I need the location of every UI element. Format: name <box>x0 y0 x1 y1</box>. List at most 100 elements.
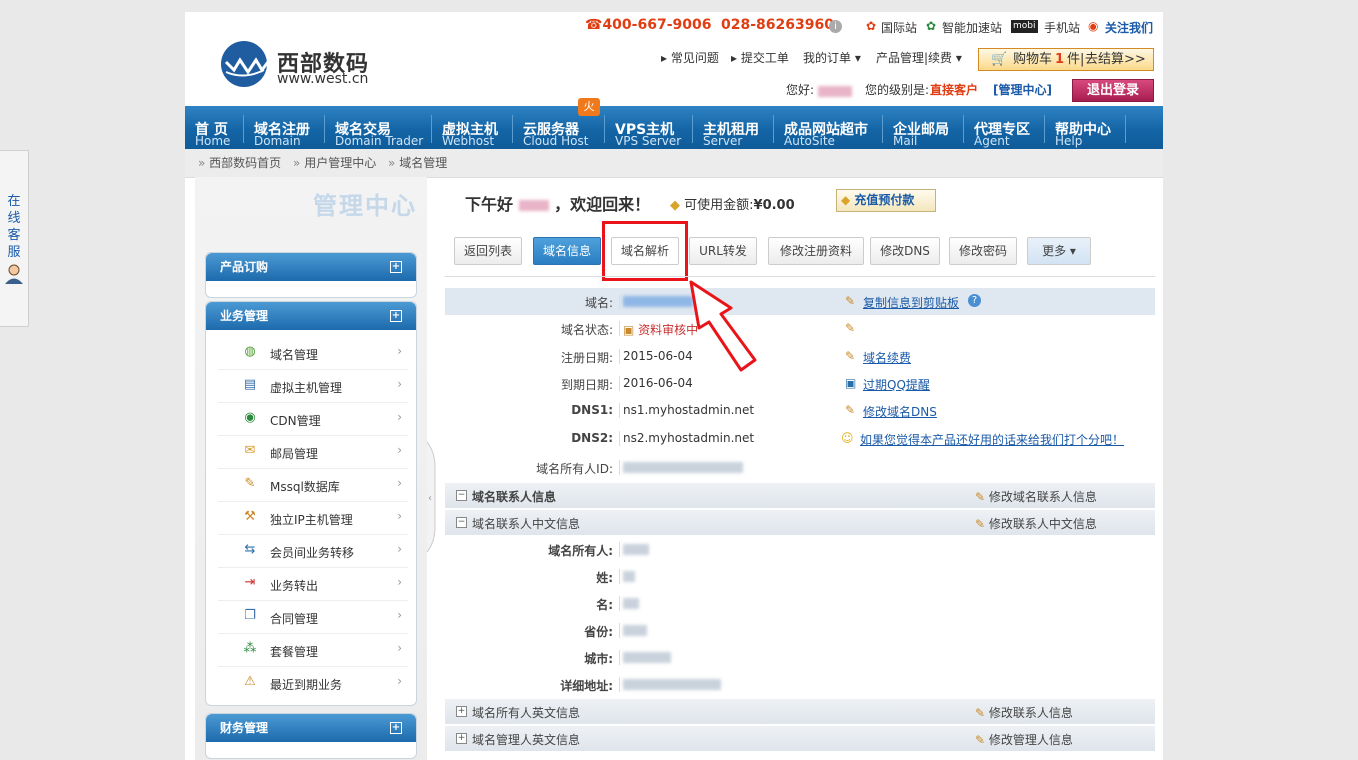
collapse-icon[interactable]: − <box>456 490 467 501</box>
info-icon[interactable]: i <box>829 20 842 33</box>
expand-icon[interactable]: + <box>456 706 467 717</box>
balance: ◆ 可使用金额:¥0.00 <box>670 198 795 213</box>
export-icon: ⇥ <box>244 575 256 590</box>
coin-icon: ◆ <box>670 198 680 213</box>
smile-icon: ☺ <box>841 431 854 445</box>
row-cn-city: 城市: <box>445 644 1155 671</box>
greeting: 下午好 ，欢迎回来！ <box>465 195 651 214</box>
edit-owner-en-link[interactable]: ✎ 修改联系人信息 <box>975 704 1073 721</box>
accelerate-site-link[interactable]: 智能加速站 <box>942 19 1002 36</box>
chevron-right-icon: › <box>397 344 402 358</box>
row-cn-name: 名: <box>445 590 1155 617</box>
collapse-icon[interactable]: − <box>456 517 467 528</box>
online-service-tab[interactable]: 在线客服 <box>0 150 29 327</box>
sidebar-item-ip-host[interactable]: ⚒ 独立IP主机管理 › <box>218 501 408 535</box>
west-logo-icon <box>221 41 270 87</box>
admin-center-link[interactable]: [管理中心] <box>993 81 1052 98</box>
chevron-right-icon: › <box>397 377 402 391</box>
section-cn-info[interactable]: − 域名联系人中文信息 ✎ 修改联系人中文信息 <box>445 509 1155 535</box>
logo-url: www.west.cn <box>277 71 369 87</box>
business-manage-box: 业务管理 + ◍ 域名管理 › ▤ 虚拟主机管理 › ◉ CDN管理 › ✉ 邮局管理 › ✎ Ms… <box>205 301 417 706</box>
faq-link[interactable]: ▸ 常见问题 <box>661 49 719 66</box>
row-domain: 域名: ✎ 复制信息到剪贴板 ? <box>445 288 1155 315</box>
intl-site-link[interactable]: 国际站 <box>881 19 917 36</box>
chevron-right-icon: › <box>397 410 402 424</box>
qq-remind-link[interactable]: 过期QQ提醒 <box>863 376 930 393</box>
edit-icon: ✎ <box>975 490 986 504</box>
row-cn-surname: 姓: <box>445 563 1155 590</box>
renew-link[interactable]: 域名续费 <box>863 349 911 366</box>
expand-icon[interactable]: + <box>456 733 467 744</box>
welcome-label: 您好: <box>786 83 815 97</box>
sidebar-item-domain[interactable]: ◍ 域名管理 › <box>218 336 408 370</box>
business-manage-header[interactable]: 业务管理 + <box>206 302 416 330</box>
sidebar-item-transfer[interactable]: ⇆ 会员间业务转移 › <box>218 534 408 568</box>
recharge-button[interactable]: ◆ 充值预付款 <box>836 189 936 212</box>
chevron-right-icon: › <box>397 443 402 457</box>
logout-button[interactable]: 退出登录 <box>1072 79 1154 102</box>
product-order-box: 产品订购 + <box>205 252 417 298</box>
section-admin-en[interactable]: + 域名管理人英文信息 ✎ 修改管理人信息 <box>445 725 1155 751</box>
sidebar-collapse-handle[interactable]: ‹ <box>425 442 437 552</box>
sidebar-item-export[interactable]: ⇥ 业务转出 › <box>218 567 408 601</box>
section-owner-en[interactable]: + 域名所有人英文信息 ✎ 修改联系人信息 <box>445 698 1155 724</box>
breadcrumb-user-center[interactable]: 用户管理中心 <box>304 156 376 170</box>
edit-contact-link[interactable]: ✎ 修改域名联系人信息 <box>975 488 1097 505</box>
username-masked <box>518 200 549 211</box>
tab-url-forward[interactable]: URL转发 <box>689 237 757 265</box>
breadcrumb-home[interactable]: 西部数码首页 <box>209 156 281 170</box>
collapse-icon[interactable]: + <box>390 310 402 322</box>
sidebar-item-expiring[interactable]: ⚠ 最近到期业务 › <box>218 666 408 699</box>
hotline-phone: ☎400-667-9006 <box>585 17 712 33</box>
mobile-site-link[interactable]: 手机站 <box>1044 19 1080 36</box>
hot-badge-icon: 火 <box>578 98 600 116</box>
checkout-link[interactable]: 去结算>> <box>1085 49 1146 70</box>
server-icon: ▤ <box>243 377 257 392</box>
copy-info-link[interactable]: 复制信息到剪贴板 <box>863 294 959 311</box>
expand-icon[interactable]: + <box>390 722 402 734</box>
tab-domain-info[interactable]: 域名信息 <box>533 237 601 265</box>
page-container: 西部数码 www.west.cn ☎400-667-9006 028-86263… <box>185 12 1163 760</box>
sidebar-item-webhost[interactable]: ▤ 虚拟主机管理 › <box>218 369 408 403</box>
level-label: 您的级别是: <box>865 83 930 97</box>
product-order-header[interactable]: 产品订购 + <box>206 253 416 281</box>
rate-us-link[interactable]: 如果您觉得本产品还好用的话来给我们打个分吧！ <box>860 431 1124 448</box>
cart-count: 1 <box>1055 52 1065 67</box>
edit-dns-link[interactable]: 修改域名DNS <box>863 403 937 420</box>
submit-ticket-link[interactable]: ▸ 提交工单 <box>731 49 789 66</box>
edit-icon[interactable]: ✎ <box>845 321 855 335</box>
chevron-right-icon: › <box>397 476 402 490</box>
expand-icon[interactable]: + <box>390 261 402 273</box>
my-orders-menu[interactable]: 我的订单 ▾ <box>803 49 861 66</box>
edit-cn-link[interactable]: ✎ 修改联系人中文信息 <box>975 515 1097 532</box>
level-value: 直接客户 <box>930 83 979 97</box>
sidebar-title: 管理中心 <box>313 192 417 220</box>
follow-us-link[interactable]: 关注我们 <box>1105 19 1153 36</box>
sidebar-item-mssql[interactable]: ✎ Mssql数据库 › <box>218 468 408 502</box>
sidebar-item-mail[interactable]: ✉ 邮局管理 › <box>218 435 408 469</box>
tab-change-password[interactable]: 修改密码 <box>949 237 1017 265</box>
tab-back-list[interactable]: 返回列表 <box>454 237 522 265</box>
sidebar-item-cdn[interactable]: ◉ CDN管理 › <box>218 402 408 436</box>
sidebar-item-contract[interactable]: ❐ 合同管理 › <box>218 600 408 634</box>
second-phone: 028-86263960 <box>721 17 834 33</box>
cart-button[interactable]: 🛒 购物车 1 件| 去结算>> <box>978 48 1154 71</box>
pointer-arrow-icon <box>689 280 757 372</box>
sidebar-item-package[interactable]: ⁂ 套餐管理 › <box>218 633 408 667</box>
tab-edit-dns[interactable]: 修改DNS <box>870 237 940 265</box>
product-manage-menu[interactable]: 产品管理|续费 ▾ <box>876 49 962 66</box>
tab-more[interactable]: 更多 ▾ <box>1027 237 1091 265</box>
tab-edit-registration[interactable]: 修改注册资料 <box>768 237 864 265</box>
divider <box>445 276 1155 277</box>
online-service-label: 在线客服 <box>7 194 21 260</box>
finance-manage-header[interactable]: 财务管理 + <box>206 714 416 742</box>
chevron-right-icon: › <box>397 674 402 688</box>
section-contact[interactable]: − 域名联系人信息 ✎ 修改域名联系人信息 <box>445 482 1155 508</box>
chevron-right-icon: › <box>397 509 402 523</box>
help-icon[interactable]: ? <box>968 294 981 307</box>
cart-unit: 件| <box>1067 52 1085 67</box>
row-status: 域名状态: ▣ 资料审核中 ✎ <box>560 321 856 337</box>
row-reg-date: 注册日期: 2015-06-04 ✎ 域名续费 <box>560 349 912 366</box>
edit-icon: ✎ <box>975 517 986 531</box>
edit-admin-en-link[interactable]: ✎ 修改管理人信息 <box>975 731 1073 748</box>
